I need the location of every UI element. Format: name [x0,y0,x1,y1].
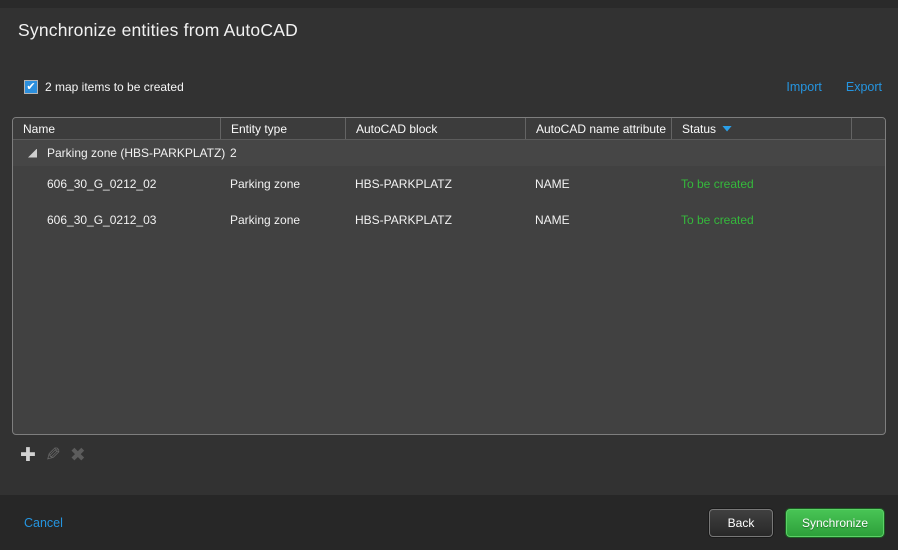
group-row-parking-zone[interactable]: Parking zone (HBS-PARKPLATZ) 2 [13,140,885,166]
group-row-label: Parking zone (HBS-PARKPLATZ) [47,146,225,160]
cell-entity-type: Parking zone [220,177,345,191]
cell-autocad-name-attribute: NAME [525,177,671,191]
column-header-status[interactable]: Status [671,118,851,139]
cancel-link[interactable]: Cancel [24,516,63,530]
column-header-autocad-name-attribute[interactable]: AutoCAD name attribute [525,118,671,139]
synchronize-button[interactable]: Synchronize [786,509,884,537]
checkbox-checked-icon[interactable]: ✔ [24,80,38,94]
footer-bar: Cancel Back Synchronize [0,495,898,550]
sort-descending-icon [722,126,732,132]
cell-status: To be created [671,177,851,191]
column-header-status-label: Status [682,122,716,136]
group-expander-expanded-icon[interactable] [28,149,37,158]
delete-icon: ✖ [70,444,86,468]
checkbox-label: 2 map items to be created [45,80,184,94]
export-link[interactable]: Export [846,80,882,94]
add-icon[interactable]: ✚ [20,444,36,468]
page-title: Synchronize entities from AutoCAD [18,20,298,41]
window-top-edge [0,0,898,8]
cell-name: 606_30_G_0212_02 [13,177,220,191]
edit-icon: ✎ [45,444,61,468]
map-items-checkbox[interactable]: ✔ 2 map items to be created [24,80,184,94]
column-header-entity-type-label: Entity type [231,122,287,136]
row-actions-toolbar: ✚ ✎ ✖ [20,444,86,468]
table-row[interactable]: 606_30_G_0212_03 Parking zone HBS-PARKPL… [13,202,885,238]
column-header-autocad-block[interactable]: AutoCAD block [345,118,525,139]
cell-entity-type: Parking zone [220,213,345,227]
cell-name: 606_30_G_0212_03 [13,213,220,227]
column-header-autocad-name-attribute-label: AutoCAD name attribute [536,122,666,136]
entities-table: Name Entity type AutoCAD block AutoCAD n… [12,117,886,435]
table-header-row: Name Entity type AutoCAD block AutoCAD n… [13,118,885,140]
column-header-autocad-block-label: AutoCAD block [356,122,437,136]
column-header-name-label: Name [23,122,55,136]
cell-autocad-block: HBS-PARKPLATZ [345,177,525,191]
cell-autocad-block: HBS-PARKPLATZ [345,213,525,227]
import-link[interactable]: Import [786,80,821,94]
column-header-entity-type[interactable]: Entity type [220,118,345,139]
column-header-empty [851,118,885,139]
back-button[interactable]: Back [709,509,773,537]
column-header-name[interactable]: Name [13,118,220,139]
cell-autocad-name-attribute: NAME [525,213,671,227]
group-row-count: 2 [220,146,345,160]
table-row[interactable]: 606_30_G_0212_02 Parking zone HBS-PARKPL… [13,166,885,202]
import-export-links: Import Export [786,80,882,94]
cell-status: To be created [671,213,851,227]
